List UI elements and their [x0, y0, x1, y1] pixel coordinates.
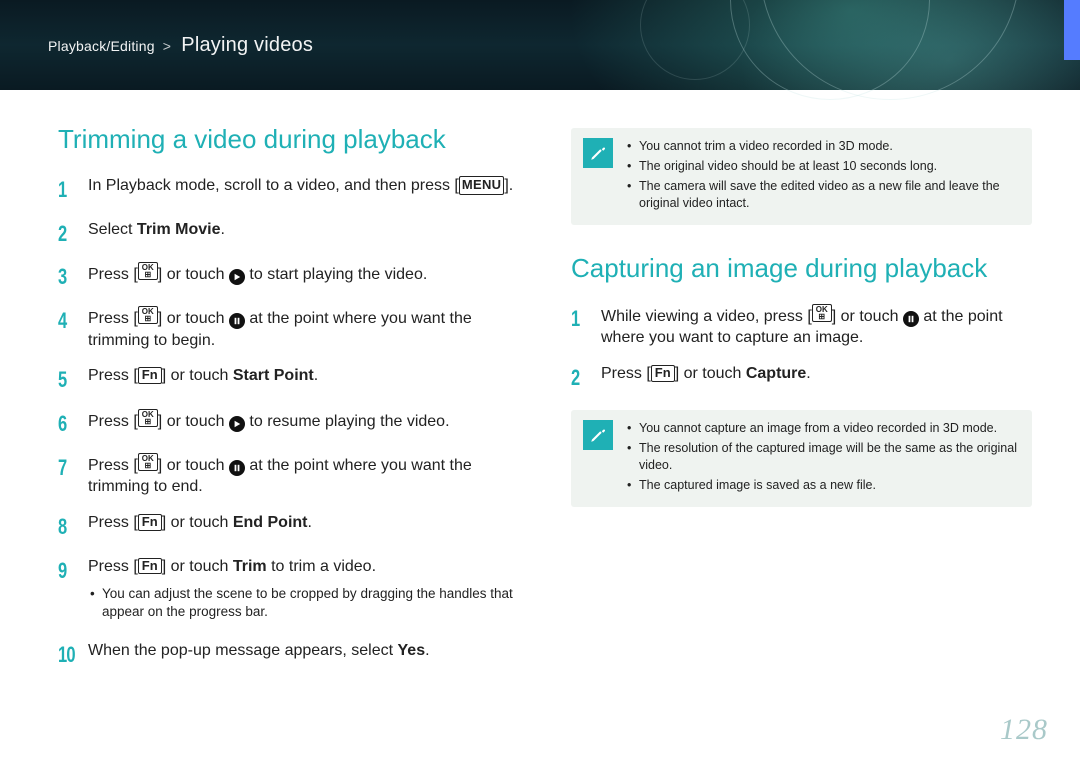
step-body: Press [Fn] or touch Start Point. [88, 365, 519, 387]
breadcrumb: Playback/Editing > Playing videos [48, 34, 313, 57]
step-body: Press [Fn] or touch Capture. [601, 363, 1032, 385]
step-number: 2 [571, 363, 594, 393]
note-item: The captured image is saved as a new fil… [627, 477, 1018, 494]
step-body: Press [OK⊞] or touch to start playing th… [88, 262, 519, 286]
step-body: Press [Fn] or touch End Point. [88, 512, 519, 534]
pause-icon [903, 311, 919, 327]
step-number: 9 [58, 556, 81, 586]
note-item: The resolution of the captured image wil… [627, 440, 1018, 474]
ok-button-icon: OK⊞ [138, 409, 158, 427]
menu-button-icon: MENU [459, 176, 504, 195]
step-item: 8 Press [Fn] or touch End Point. [58, 512, 519, 542]
breadcrumb-section: Playing videos [181, 34, 313, 56]
note-list-capture: You cannot capture an image from a video… [627, 420, 1018, 494]
pen-icon [583, 138, 613, 168]
right-column: You cannot trim a video recorded in 3D m… [571, 124, 1032, 683]
step-item: 4Press [OK⊞] or touch at the point where… [58, 306, 519, 351]
step-number: 4 [58, 306, 81, 336]
step-body: In Playback mode, scroll to a video, and… [88, 175, 519, 197]
pause-icon [229, 313, 245, 329]
step-number: 2 [58, 219, 81, 249]
play-icon [229, 416, 245, 432]
ok-button-icon: OK⊞ [138, 453, 158, 471]
step-number: 1 [571, 304, 594, 334]
ok-button-icon: OK⊞ [138, 262, 158, 280]
step-item: 3 Press [OK⊞] or touch to start playing t… [58, 262, 519, 292]
steps-capture: 1While viewing a video, press [OK⊞] or t… [571, 304, 1032, 393]
note-item: The original video should be at least 10… [627, 158, 1018, 175]
step-item: 10 When the pop-up message appears, selec… [58, 640, 519, 670]
step-number: 8 [58, 512, 81, 542]
step-body: Press [OK⊞] or touch to resume playing t… [88, 409, 519, 433]
note-item: You cannot capture an image from a video… [627, 420, 1018, 437]
step-body: While viewing a video, press [OK⊞] or to… [601, 304, 1032, 349]
step-body: When the pop-up message appears, select … [88, 640, 519, 662]
pen-icon [583, 420, 613, 450]
step-body: Press [OK⊞] or touch at the point where … [88, 453, 519, 498]
header-band: Playback/Editing > Playing videos [0, 0, 1080, 90]
step-number: 1 [58, 175, 81, 205]
step-item: 7Press [OK⊞] or touch at the point where… [58, 453, 519, 498]
note-item: You cannot trim a video recorded in 3D m… [627, 138, 1018, 155]
side-tab [1064, 0, 1080, 60]
step-item: 5 Press [Fn] or touch Start Point. [58, 365, 519, 395]
ok-button-icon: OK⊞ [812, 304, 832, 322]
step-item: 9Press [Fn] or touch Trim to trim a vide… [58, 556, 519, 626]
note-item: The camera will save the edited video as… [627, 178, 1018, 212]
step-item: 1While viewing a video, press [OK⊞] or t… [571, 304, 1032, 349]
step-item: 2 Press [Fn] or touch Capture. [571, 363, 1032, 393]
step-body: Select Trim Movie. [88, 219, 519, 241]
step-item: 1 In Playback mode, scroll to a video, an… [58, 175, 519, 205]
step-number: 3 [58, 262, 81, 292]
steps-trimming: 1 In Playback mode, scroll to a video, an… [58, 175, 519, 669]
fn-button-icon: Fn [138, 514, 162, 531]
sub-bullets: You can adjust the scene to be cropped b… [88, 585, 519, 621]
heading-trimming: Trimming a video during playback [58, 124, 519, 155]
page-number: 128 [1000, 713, 1048, 747]
step-body: Press [Fn] or touch Trim to trim a video… [88, 556, 519, 626]
fn-button-icon: Fn [138, 558, 162, 575]
sub-bullet-item: You can adjust the scene to be cropped b… [88, 585, 519, 621]
note-box-trim: You cannot trim a video recorded in 3D m… [571, 128, 1032, 225]
chevron-right-icon: > [163, 38, 171, 54]
note-list-trim: You cannot trim a video recorded in 3D m… [627, 138, 1018, 212]
heading-capture: Capturing an image during playback [571, 253, 1032, 284]
fn-button-icon: Fn [138, 367, 162, 384]
fn-button-icon: Fn [651, 365, 675, 382]
play-icon [229, 269, 245, 285]
step-item: 2 Select Trim Movie. [58, 219, 519, 249]
step-number: 7 [58, 453, 81, 483]
step-number: 6 [58, 409, 81, 439]
step-number: 5 [58, 365, 81, 395]
breadcrumb-parent: Playback/Editing [48, 38, 155, 54]
pause-icon [229, 460, 245, 476]
note-box-capture: You cannot capture an image from a video… [571, 410, 1032, 507]
step-number: 10 [58, 640, 81, 670]
step-body: Press [OK⊞] or touch at the point where … [88, 306, 519, 351]
ok-button-icon: OK⊞ [138, 306, 158, 324]
left-column: Trimming a video during playback 1 In Pla… [58, 124, 519, 683]
step-item: 6 Press [OK⊞] or touch to resume playing … [58, 409, 519, 439]
